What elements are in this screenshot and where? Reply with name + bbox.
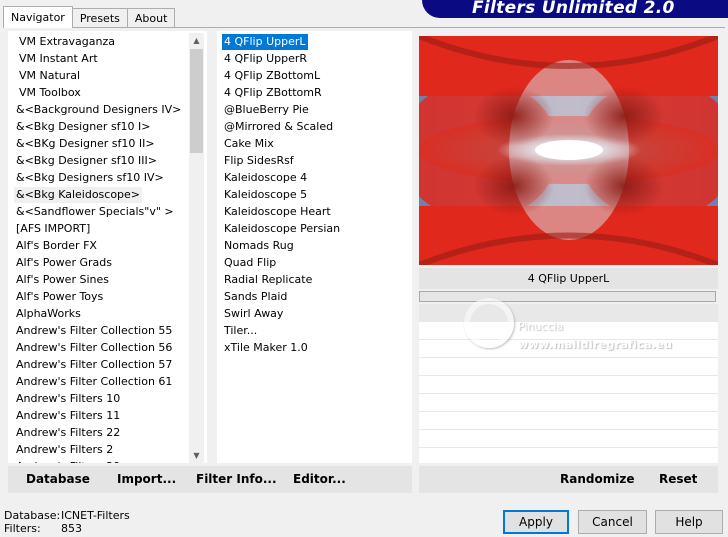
category-list[interactable]: VM Extravaganza VM Instant Art VM Natural V… <box>8 31 207 463</box>
app-title: Filters Unlimited 2.0 <box>472 0 675 18</box>
chevron-down-icon[interactable]: ▼ <box>189 448 204 463</box>
category-item[interactable]: VM Instant Art <box>17 51 100 67</box>
settings-row <box>419 412 718 430</box>
settings-row <box>419 358 718 376</box>
tab-presets[interactable]: Presets <box>71 8 128 28</box>
category-item[interactable]: Andrew's Filters 29 <box>14 459 122 463</box>
category-item[interactable]: Alf's Power Toys <box>14 289 105 305</box>
tab-about[interactable]: About <box>126 8 176 28</box>
category-item[interactable]: &<Bkg Designer sf10 I> <box>14 119 153 135</box>
filter-item[interactable]: xTile Maker 1.0 <box>222 340 310 356</box>
filter-list[interactable]: 4 QFlip UpperL 4 QFlip UpperR 4 QFlip ZBot… <box>217 31 412 463</box>
preview-button-bar: Randomize Reset <box>419 466 718 493</box>
category-item[interactable]: Alf's Border FX <box>14 238 99 254</box>
category-item[interactable]: &<BKg Designer sf10 II> <box>14 136 157 152</box>
category-item[interactable]: Andrew's Filter Collection 61 <box>14 374 174 390</box>
filter-item[interactable]: Radial Replicate <box>222 272 314 288</box>
category-item[interactable]: Andrew's Filter Collection 55 <box>14 323 174 339</box>
editor-button[interactable]: Editor... <box>293 466 346 493</box>
reset-button[interactable]: Reset <box>659 466 697 493</box>
settings-row <box>419 394 718 412</box>
category-item[interactable]: Andrew's Filters 10 <box>14 391 122 407</box>
settings-row <box>419 376 718 394</box>
category-item[interactable]: VM Toolbox <box>17 85 83 101</box>
settings-row <box>419 322 718 340</box>
category-item[interactable]: Andrew's Filter Collection 56 <box>14 340 174 356</box>
apply-button[interactable]: Apply <box>503 510 569 534</box>
preview-label: 4 QFlip UpperL <box>419 268 718 289</box>
import-button[interactable]: Import... <box>117 466 176 493</box>
category-scrollbar[interactable]: ▲ ▼ <box>189 33 204 463</box>
tab-navigator[interactable]: Navigator <box>3 6 73 28</box>
filter-item[interactable]: 4 QFlip ZBottomL <box>222 68 322 84</box>
database-value: ICNET-Filters <box>61 509 130 522</box>
filter-item[interactable]: Kaleidoscope 5 <box>222 187 309 203</box>
filters-count-label: Filters: <box>4 522 41 535</box>
category-item[interactable]: Alf's Power Sines <box>14 272 111 288</box>
category-item[interactable]: &<Bkg Kaleidoscope> <box>14 187 143 203</box>
settings-row <box>419 304 718 322</box>
category-item[interactable]: &<Bkg Designer sf10 III> <box>14 153 159 169</box>
cancel-button[interactable]: Cancel <box>578 510 647 534</box>
filter-item[interactable]: Kaleidoscope 4 <box>222 170 309 186</box>
category-item[interactable]: Alf's Power Grads <box>14 255 114 271</box>
filter-item[interactable]: Quad Flip <box>222 255 278 271</box>
filter-item[interactable]: Kaleidoscope Persian <box>222 221 342 237</box>
list-button-bar: Database Import... Filter Info... Editor… <box>8 466 412 493</box>
category-item[interactable]: &<Bkg Designers sf10 IV> <box>14 170 166 186</box>
filter-item[interactable]: 4 QFlip UpperL <box>221 33 309 51</box>
tab-divider <box>3 27 725 28</box>
filter-item[interactable]: Tiler... <box>222 323 259 339</box>
chevron-up-icon[interactable]: ▲ <box>189 33 204 48</box>
app-banner: Filters Unlimited 2.0 <box>422 0 728 18</box>
filter-item[interactable]: @Mirrored & Scaled <box>222 119 335 135</box>
settings-row <box>419 430 718 448</box>
filter-item[interactable]: 4 QFlip ZBottomR <box>222 85 324 101</box>
category-item[interactable]: Andrew's Filters 11 <box>14 408 122 424</box>
category-item[interactable]: &<Background Designers IV> <box>14 102 183 118</box>
help-button[interactable]: Help <box>655 510 723 534</box>
preview-image <box>419 36 718 265</box>
category-item[interactable]: AlphaWorks <box>14 306 83 322</box>
tab-strip: Navigator Presets About <box>3 6 176 28</box>
filter-item[interactable]: Flip SidesRsf <box>222 153 296 169</box>
filter-item[interactable]: 4 QFlip UpperR <box>222 51 309 67</box>
category-item[interactable]: VM Natural <box>17 68 82 84</box>
settings-row <box>419 340 718 358</box>
category-item[interactable]: Andrew's Filter Collection 57 <box>14 357 174 373</box>
category-item[interactable]: Andrew's Filters 2 <box>14 442 115 458</box>
filter-item[interactable]: Nomads Rug <box>222 238 296 254</box>
filter-info-button[interactable]: Filter Info... <box>196 466 277 493</box>
database-label: Database: <box>4 509 61 522</box>
filters-count-value: 853 <box>61 522 82 535</box>
category-item[interactable]: &<Sandflower Specials"v" > <box>14 204 176 220</box>
progress-bar <box>419 291 716 302</box>
filter-item[interactable]: Sands Plaid <box>222 289 289 305</box>
settings-area <box>419 304 718 463</box>
category-item[interactable]: [AFS IMPORT] <box>14 221 92 237</box>
randomize-button[interactable]: Randomize <box>560 466 634 493</box>
category-item[interactable]: Andrew's Filters 22 <box>14 425 122 441</box>
category-item[interactable]: VM Extravaganza <box>17 34 117 50</box>
filter-item[interactable]: Swirl Away <box>222 306 285 322</box>
filter-item[interactable]: Cake Mix <box>222 136 276 152</box>
scrollbar-thumb[interactable] <box>190 49 203 153</box>
filter-item[interactable]: @BlueBerry Pie <box>222 102 311 118</box>
database-button[interactable]: Database <box>26 466 90 493</box>
filter-item[interactable]: Kaleidoscope Heart <box>222 204 333 220</box>
